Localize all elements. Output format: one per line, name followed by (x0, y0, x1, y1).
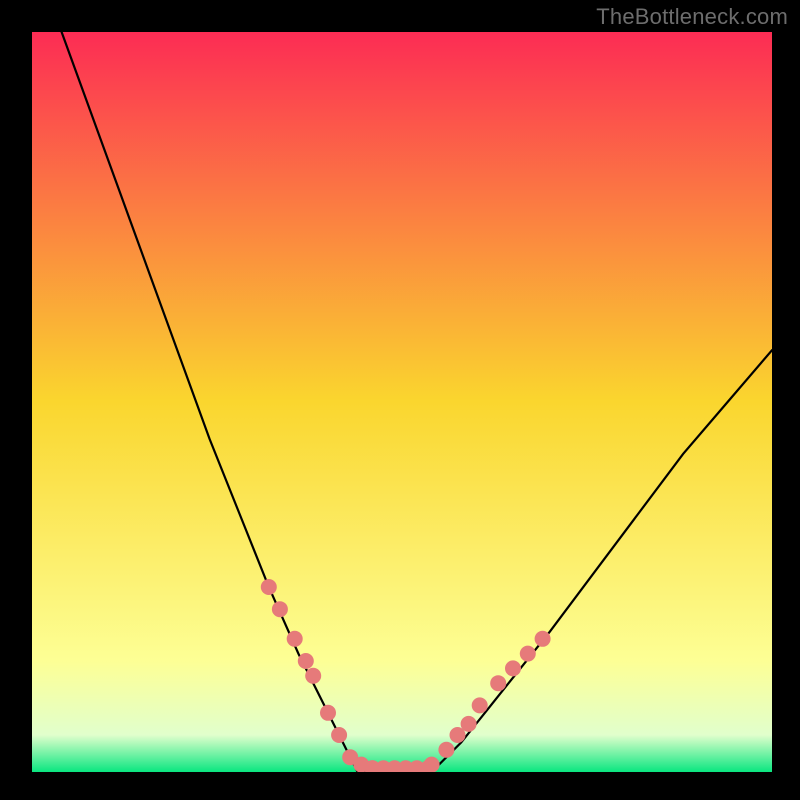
chart-svg (32, 32, 772, 772)
dot-right-dots-5 (490, 675, 506, 691)
watermark-text: TheBottleneck.com (596, 4, 788, 30)
dot-left-dots-4 (305, 668, 321, 684)
dot-right-dots-1 (438, 742, 454, 758)
dot-right-dots-0 (424, 757, 440, 772)
dot-left-dots-2 (287, 631, 303, 647)
dot-left-dots-1 (272, 601, 288, 617)
dot-right-dots-3 (461, 716, 477, 732)
dot-right-dots-8 (535, 631, 551, 647)
dot-left-dots-5 (320, 705, 336, 721)
gradient-bg (32, 32, 772, 772)
dot-right-dots-7 (520, 646, 536, 662)
chart-container: TheBottleneck.com (0, 0, 800, 800)
plot-area (32, 32, 772, 772)
dot-left-dots-3 (298, 653, 314, 669)
dot-left-dots-6 (331, 727, 347, 743)
dot-right-dots-6 (505, 660, 521, 676)
dot-left-dots-0 (261, 579, 277, 595)
dot-right-dots-4 (472, 697, 488, 713)
